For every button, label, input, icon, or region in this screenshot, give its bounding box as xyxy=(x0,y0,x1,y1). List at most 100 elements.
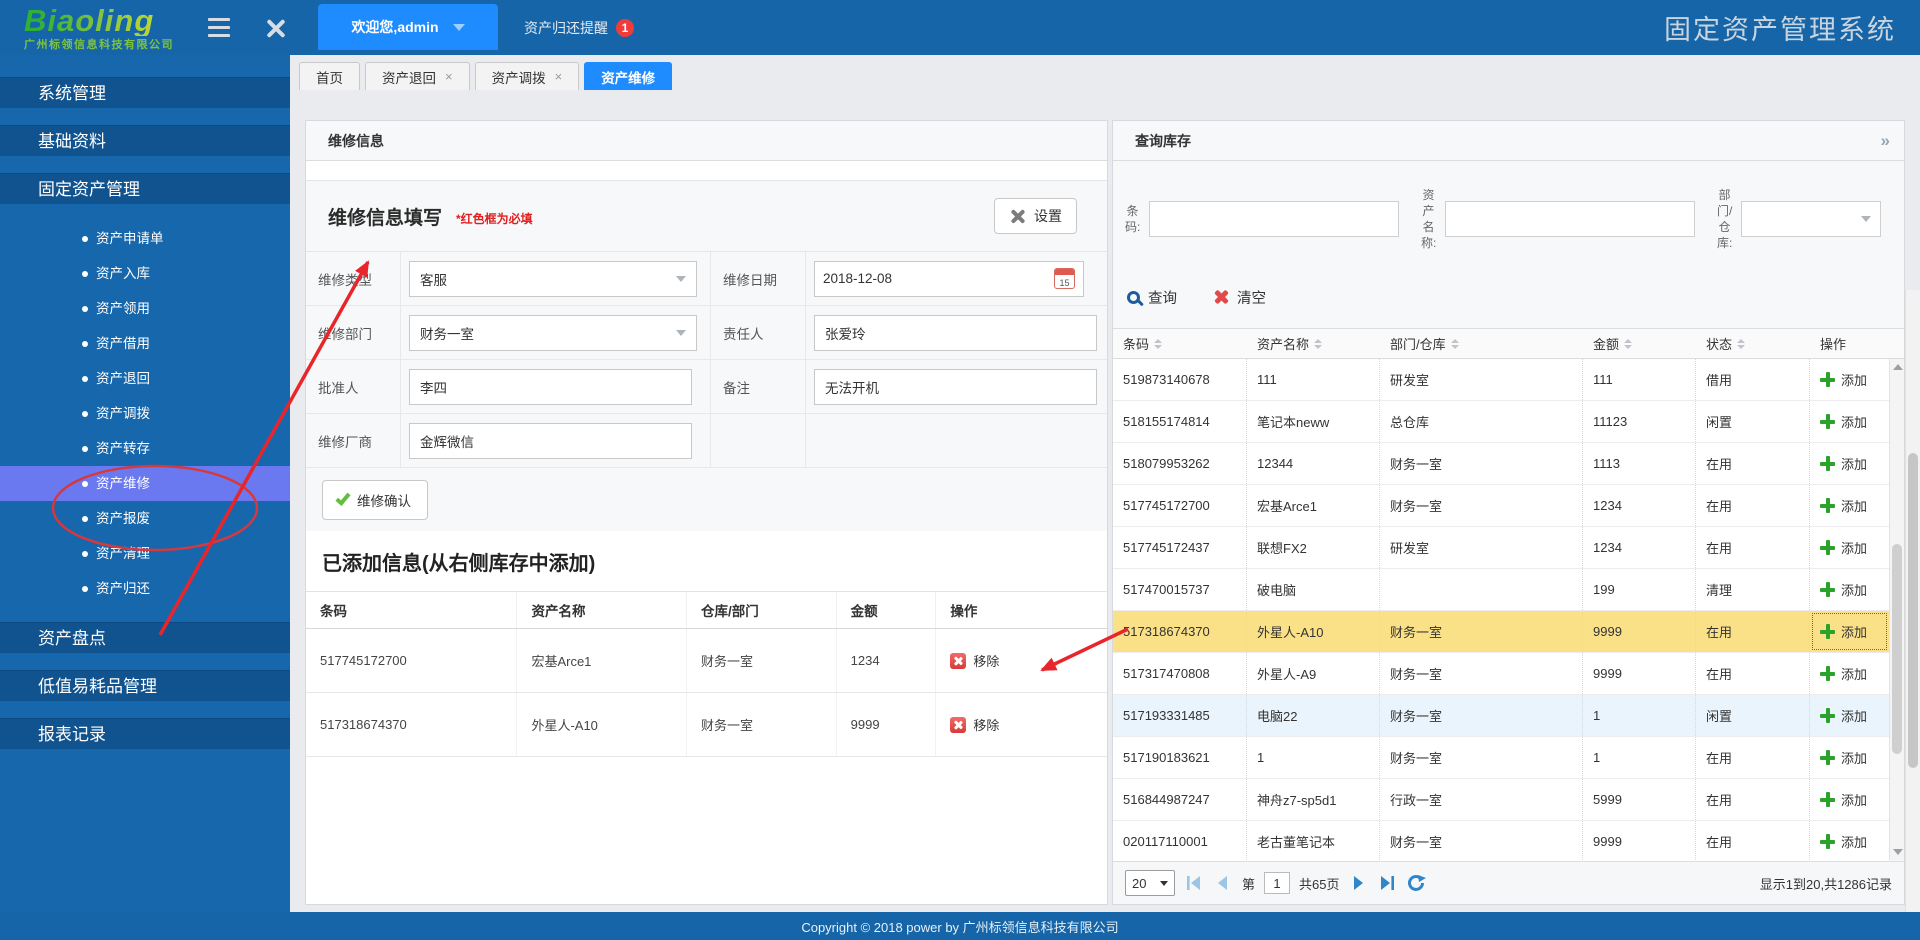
table-row[interactable]: 517318674370 外星人-A10 财务一室 9999 在用 添加 xyxy=(1113,611,1889,653)
table-row[interactable]: 516844987247 神舟z7-sp5d1 行政一室 5999 在用 添加 xyxy=(1113,779,1889,821)
col-barcode[interactable]: 条码 xyxy=(1113,329,1247,358)
table-row[interactable]: 517745172700 宏基Arce1 财务一室 1234 在用 添加 xyxy=(1113,485,1889,527)
sidebar-item[interactable]: 资产领用 xyxy=(0,291,290,326)
page-size-select[interactable]: 20 xyxy=(1125,870,1175,896)
cell-asset-name: 老古董笔记本 xyxy=(1247,821,1380,862)
sidebar-item[interactable]: 资产申请单 xyxy=(0,221,290,256)
page-scrollbar-thumb[interactable] xyxy=(1908,453,1918,768)
repair-type-select[interactable]: 客服 xyxy=(409,261,697,297)
sidebar-item[interactable]: 资产报废 xyxy=(0,501,290,536)
sidebar-section-fixed-assets[interactable]: 固定资产管理 xyxy=(0,173,290,204)
table-row[interactable]: 517193331485 电脑22 财务一室 1 闲置 添加 xyxy=(1113,695,1889,737)
sidebar-section-system[interactable]: 系统管理 xyxy=(0,77,290,108)
sidebar-item-label: 资产退回 xyxy=(96,371,150,386)
add-button[interactable]: 添加 xyxy=(1820,370,1867,389)
table-row[interactable]: 517190183621 1 财务一室 1 在用 添加 xyxy=(1113,737,1889,779)
add-button[interactable]: 添加 xyxy=(1820,622,1867,641)
clear-button[interactable]: 清空 xyxy=(1213,287,1266,308)
add-button[interactable]: 添加 xyxy=(1820,832,1867,851)
add-button[interactable]: 添加 xyxy=(1820,706,1867,725)
table-row[interactable]: 517745172437 联想FX2 研发室 1234 在用 添加 xyxy=(1113,527,1889,569)
col-status[interactable]: 状态 xyxy=(1696,329,1810,358)
barcode-search-input[interactable] xyxy=(1149,201,1399,237)
sidebar-item[interactable]: 资产入库 xyxy=(0,256,290,291)
added-table-row[interactable]: 517745172700 宏基Arce1 财务一室 1234 移除 xyxy=(306,629,1107,693)
chevron-down-icon xyxy=(676,276,686,282)
tab[interactable]: 资产调拨 × xyxy=(475,62,580,90)
repair-confirm-button[interactable]: 维修确认 xyxy=(322,480,428,520)
sidebar-section-basics[interactable]: 基础资料 xyxy=(0,125,290,156)
sidebar-item[interactable]: 资产清理 xyxy=(0,536,290,571)
owner-field[interactable] xyxy=(814,315,1097,351)
first-page-button[interactable] xyxy=(1184,873,1204,893)
page-number-input[interactable] xyxy=(1264,872,1290,894)
remove-button[interactable]: 移除 xyxy=(950,651,999,670)
sidebar-section-reports[interactable]: 报表记录 xyxy=(0,718,290,749)
added-table-row[interactable]: 517318674370 外星人-A10 财务一室 9999 移除 xyxy=(306,693,1107,757)
table-scrollbar[interactable] xyxy=(1889,359,1904,860)
col-amount[interactable]: 金额 xyxy=(1583,329,1696,358)
asset-return-reminder[interactable]: 资产归还提醒 1 xyxy=(524,18,634,38)
repair-date-field[interactable]: 2018-12-08 xyxy=(814,261,1084,297)
add-button[interactable]: 添加 xyxy=(1820,748,1867,767)
page-scrollbar[interactable] xyxy=(1905,290,1920,912)
sidebar-item[interactable]: 资产归还 xyxy=(0,571,290,606)
search-button[interactable]: 查询 xyxy=(1127,287,1177,308)
dept-search-select[interactable] xyxy=(1741,201,1881,237)
add-button[interactable]: 添加 xyxy=(1820,454,1867,473)
add-button[interactable]: 添加 xyxy=(1820,496,1867,515)
sidebar-item-label: 资产领用 xyxy=(96,301,150,316)
vendor-field[interactable] xyxy=(409,423,692,459)
remove-button[interactable]: 移除 xyxy=(950,715,999,734)
calendar-icon[interactable] xyxy=(1054,268,1075,289)
add-button[interactable]: 添加 xyxy=(1820,664,1867,683)
scroll-up-icon[interactable] xyxy=(1893,364,1903,370)
last-page-button[interactable] xyxy=(1377,873,1397,893)
user-menu-button[interactable]: 欢迎您,admin xyxy=(318,4,498,50)
table-row[interactable]: 517317470808 外星人-A9 财务一室 9999 在用 添加 xyxy=(1113,653,1889,695)
sidebar-item[interactable]: 资产调拨 xyxy=(0,396,290,431)
sidebar-item-label: 资产报废 xyxy=(96,511,150,526)
tab-close-icon[interactable]: × xyxy=(445,69,453,84)
approver-field[interactable] xyxy=(409,369,692,405)
add-label: 添加 xyxy=(1841,412,1867,431)
add-button[interactable]: 添加 xyxy=(1820,412,1867,431)
table-row[interactable]: 517470015737 破电脑 199 清理 添加 xyxy=(1113,569,1889,611)
tab-close-icon[interactable]: × xyxy=(555,69,563,84)
sidebar: 系统管理 基础资料 固定资产管理 资产申请单 资产入库 资产领用 资产借用 资产… xyxy=(0,55,290,912)
sidebar-section-inventory-check[interactable]: 资产盘点 xyxy=(0,622,290,653)
repair-dept-select[interactable]: 财务一室 xyxy=(409,315,697,351)
scroll-down-icon[interactable] xyxy=(1893,849,1903,855)
col-dept-warehouse[interactable]: 部门/仓库 xyxy=(1380,329,1583,358)
add-button[interactable]: 添加 xyxy=(1820,538,1867,557)
menu-toggle-icon[interactable] xyxy=(208,18,230,37)
table-row[interactable]: 518155174814 笔记本neww 总仓库 11123 闲置 添加 xyxy=(1113,401,1889,443)
add-button[interactable]: 添加 xyxy=(1820,790,1867,809)
tab[interactable]: 资产维修 xyxy=(584,62,672,90)
sidebar-item[interactable]: 资产维修 xyxy=(0,466,290,501)
sidebar-item[interactable]: 资产借用 xyxy=(0,326,290,361)
settings-button[interactable]: 设置 xyxy=(994,198,1077,234)
sidebar-section-consumables[interactable]: 低值易耗品管理 xyxy=(0,670,290,701)
table-row[interactable]: 519873140678 111 研发室 111 借用 添加 xyxy=(1113,359,1889,401)
close-icon[interactable] xyxy=(266,18,286,38)
table-row[interactable]: 020117110001 老古董笔记本 财务一室 9999 在用 添加 xyxy=(1113,821,1889,863)
col-asset-name[interactable]: 资产名称 xyxy=(1247,329,1380,358)
divider xyxy=(306,161,1107,181)
tab[interactable]: 首页 xyxy=(299,62,360,90)
confirm-label: 维修确认 xyxy=(357,490,411,510)
scrollbar-thumb[interactable] xyxy=(1892,544,1902,754)
cell-asset-name: 电脑22 xyxy=(1247,695,1380,736)
next-page-button[interactable] xyxy=(1348,873,1368,893)
plus-icon xyxy=(1820,624,1835,639)
sidebar-item[interactable]: 资产转存 xyxy=(0,431,290,466)
refresh-icon[interactable] xyxy=(1406,873,1426,893)
note-field[interactable] xyxy=(814,369,1097,405)
tab[interactable]: 资产退回 × xyxy=(365,62,470,90)
add-button[interactable]: 添加 xyxy=(1820,580,1867,599)
sidebar-item[interactable]: 资产退回 xyxy=(0,361,290,396)
table-row[interactable]: 518079953262 12344 财务一室 1113 在用 添加 xyxy=(1113,443,1889,485)
collapse-icon[interactable]: » xyxy=(1881,121,1890,161)
asset-name-search-input[interactable] xyxy=(1445,201,1695,237)
prev-page-button[interactable] xyxy=(1213,873,1233,893)
